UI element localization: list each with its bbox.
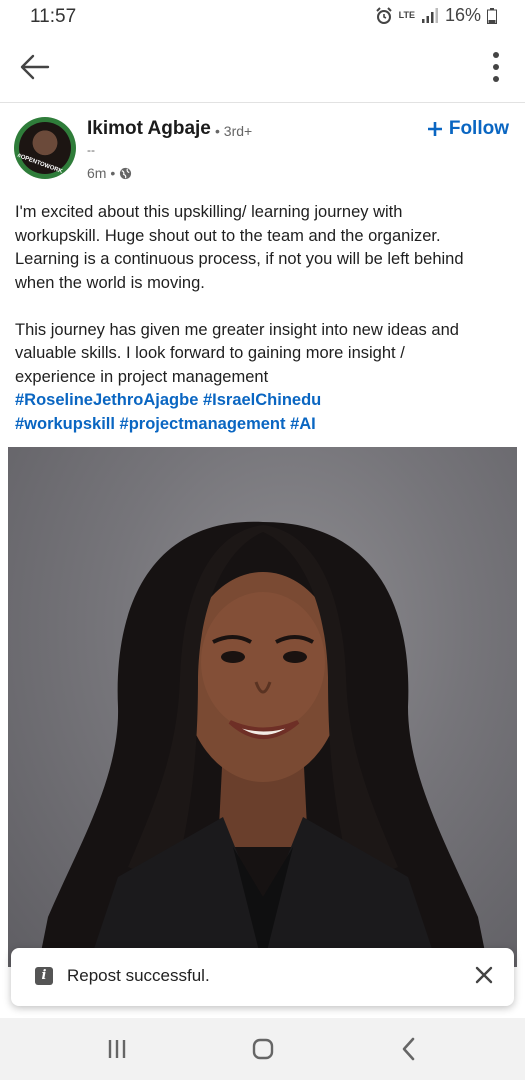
post-image[interactable] <box>8 447 517 967</box>
post-text-line: I'm excited about this upskilling/ learn… <box>15 203 403 221</box>
author-headline: -- <box>87 143 95 157</box>
info-icon: i <box>35 967 53 985</box>
post-text-line: This journey has given me greater insigh… <box>15 320 459 339</box>
app-bar <box>0 32 525 103</box>
post-meta: 6m • <box>87 165 132 181</box>
repost-toast: i Repost successful. <box>11 948 514 1006</box>
connection-degree: • 3rd+ <box>215 123 253 139</box>
alarm-icon <box>375 6 392 24</box>
battery-level: 16% <box>444 5 481 25</box>
status-bar: 11:57 LTE 16% <box>0 0 525 32</box>
system-nav-bar <box>0 1018 525 1080</box>
follow-button[interactable]: Follow <box>427 118 509 140</box>
hashtag-line[interactable]: #RoselineJethroAjagbe #IsraelChinedu <box>15 389 515 413</box>
toast-message: Repost successful. <box>67 966 210 985</box>
post-time: 6m • <box>87 165 116 181</box>
battery-icon <box>487 7 497 24</box>
signal-icon <box>421 7 438 23</box>
post-body: I'm excited about this upskilling/ learn… <box>15 201 515 436</box>
network-type: LTE <box>398 10 415 20</box>
arrow-left-icon[interactable] <box>18 50 52 84</box>
status-icons: LTE 16% <box>375 5 497 26</box>
close-icon[interactable] <box>474 965 494 985</box>
post-text-line: workupskill. Huge shout out to the team … <box>15 226 441 245</box>
follow-label: Follow <box>448 118 509 139</box>
portrait-illustration <box>38 521 488 967</box>
post-text-line: valuable skills. I look forward to gaini… <box>15 344 405 362</box>
home-icon[interactable] <box>248 1034 278 1064</box>
avatar[interactable]: #OPENTOWORK <box>14 117 76 179</box>
author-name[interactable]: Ikimot Agbaje <box>87 118 211 140</box>
post-text-line: Learning is a continuous process, if not… <box>15 250 464 268</box>
hashtag-line[interactable]: #workupskill #projectmanagement #AI <box>15 413 515 437</box>
plus-icon <box>427 122 442 136</box>
more-vertical-icon[interactable] <box>489 50 503 84</box>
recent-apps-icon[interactable] <box>102 1034 132 1064</box>
post-text-line: experience in project management <box>15 367 269 386</box>
status-time: 11:57 <box>30 6 77 27</box>
globe-icon <box>120 167 132 179</box>
post-text-line: when the world is moving. <box>15 273 205 292</box>
back-nav-icon[interactable] <box>394 1034 424 1064</box>
